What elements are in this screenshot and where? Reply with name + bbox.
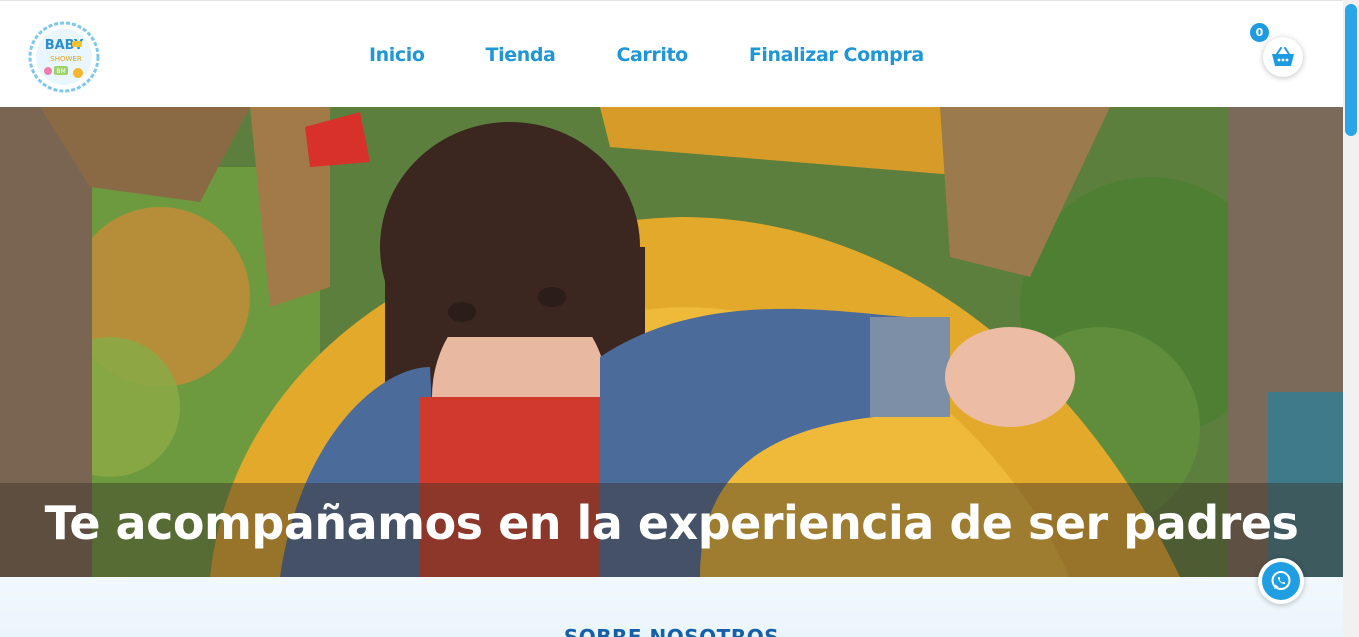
cart-count-badge: 0 xyxy=(1250,23,1269,42)
brand-logo[interactable]: BABY SHOWER BM xyxy=(28,21,100,93)
about-title: SOBRE NOSOTROS xyxy=(563,625,780,637)
basket-icon xyxy=(1272,47,1294,66)
whatsapp-button-inner xyxy=(1262,562,1300,600)
about-section: SOBRE NOSOTROS xyxy=(0,577,1343,637)
site-header: BABY SHOWER BM Inicio Tienda Carrito Fin… xyxy=(0,0,1343,107)
nav-item-carrito[interactable]: Carrito xyxy=(616,41,688,69)
whatsapp-button[interactable] xyxy=(1258,558,1304,604)
nav-item-inicio[interactable]: Inicio xyxy=(369,41,425,69)
nav-item-finalizar-compra[interactable]: Finalizar Compra xyxy=(749,41,924,69)
nav-item-tienda[interactable]: Tienda xyxy=(486,41,556,69)
logo-badge-icon: BABY SHOWER BM xyxy=(28,21,100,93)
hero-title: Te acompañamos en la experiencia de ser … xyxy=(44,496,1299,550)
hero-banner: Te acompañamos en la experiencia de ser … xyxy=(0,107,1343,577)
main-nav: Inicio Tienda Carrito Finalizar Compra xyxy=(369,41,924,69)
svg-text:SHOWER: SHOWER xyxy=(50,55,82,63)
page: BABY SHOWER BM Inicio Tienda Carrito Fin… xyxy=(0,0,1343,637)
scrollbar-thumb[interactable] xyxy=(1345,4,1357,136)
cart-button[interactable] xyxy=(1263,37,1303,77)
svg-text:BM: BM xyxy=(56,68,65,75)
whatsapp-icon xyxy=(1271,571,1291,590)
